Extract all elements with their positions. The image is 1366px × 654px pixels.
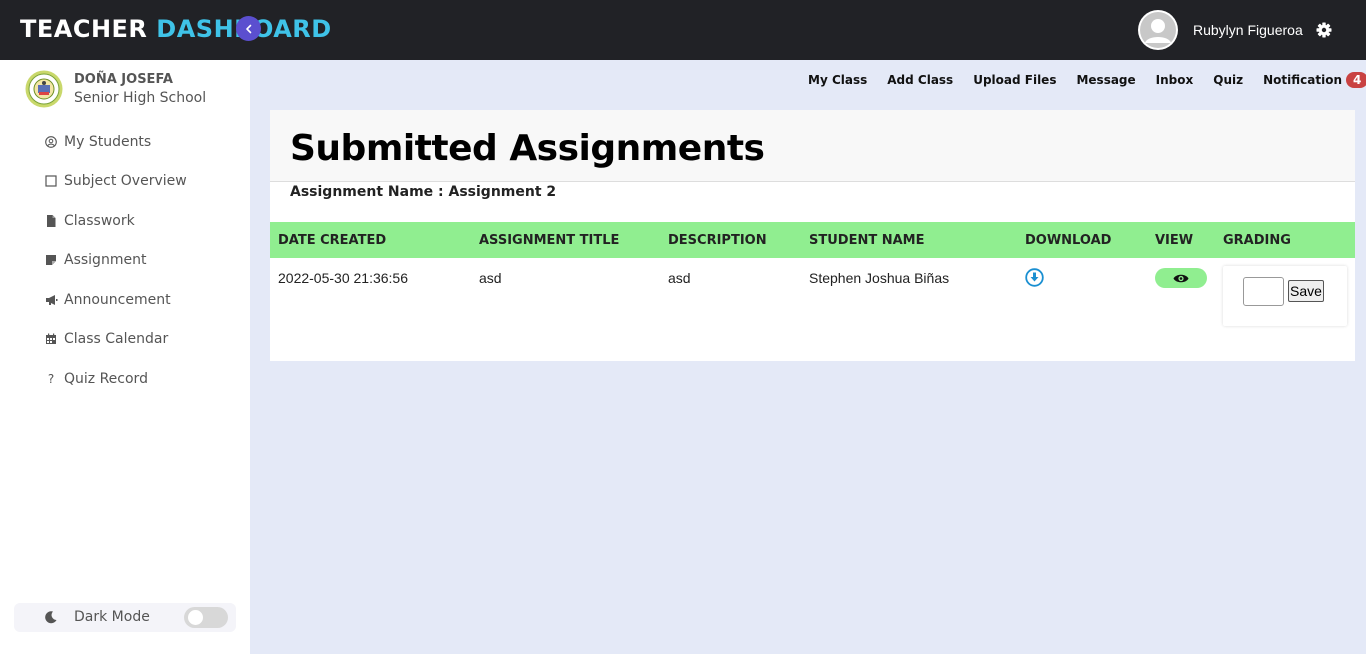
school-name-line1: DOÑA JOSEFA <box>74 72 173 87</box>
sidebar-item-label: My Students <box>64 133 152 150</box>
cell-assignment-title: asd <box>479 270 502 286</box>
view-button[interactable] <box>1155 268 1207 288</box>
table-header: DATE CREATED ASSIGNMENT TITLE DESCRIPTIO… <box>270 222 1355 258</box>
toggle-knob <box>188 610 203 625</box>
sidebar-menu: My Students Subject Overview Classwork A… <box>44 122 187 399</box>
nav-my-class[interactable]: My Class <box>808 73 867 87</box>
school-logo-icon <box>25 70 63 108</box>
sidebar-item-announcement[interactable]: Announcement <box>44 280 187 320</box>
avatar-icon <box>1140 12 1176 48</box>
dark-mode-toggle[interactable] <box>184 607 228 628</box>
save-button[interactable]: Save <box>1288 280 1324 302</box>
page-title: Submitted Assignments <box>290 128 765 169</box>
sidebar-item-label: Subject Overview <box>64 173 187 190</box>
column-header: GRADING <box>1223 233 1291 248</box>
school-name: DOÑA JOSEFA Senior High School <box>74 71 206 107</box>
cell-description: asd <box>668 270 691 286</box>
user-name[interactable]: Rubylyn Figueroa <box>1193 22 1303 38</box>
sidebar: DOÑA JOSEFA Senior High School My Studen… <box>0 60 250 654</box>
nav-inbox[interactable]: Inbox <box>1156 73 1194 87</box>
sidebar-item-label: Assignment <box>64 252 147 269</box>
column-header: STUDENT NAME <box>809 233 925 248</box>
dark-mode-label: Dark Mode <box>74 609 150 625</box>
nav-message[interactable]: Message <box>1076 73 1135 87</box>
cell-student-name: Stephen Joshua Biñas <box>809 270 950 286</box>
sidebar-collapse-button[interactable] <box>236 16 261 41</box>
column-header: DOWNLOAD <box>1025 233 1112 248</box>
top-nav: My Class Add Class Upload Files Message … <box>808 72 1366 88</box>
sidebar-item-label: Classwork <box>64 212 135 229</box>
dark-mode-row: Dark Mode <box>14 603 236 632</box>
question-icon: ? <box>47 371 55 386</box>
sidebar-item-label: Class Calendar <box>64 331 169 348</box>
user-circle-icon <box>44 135 58 149</box>
column-header: DESCRIPTION <box>668 233 767 248</box>
sidebar-item-quiz-record[interactable]: ? Quiz Record <box>44 359 187 399</box>
sidebar-item-my-students[interactable]: My Students <box>44 122 187 162</box>
brand-part1: TEACHER <box>20 15 148 43</box>
sidebar-item-class-calendar[interactable]: Class Calendar <box>44 320 187 360</box>
submitted-assignments-card: Submitted Assignments Assignment Name : … <box>270 110 1355 361</box>
top-header: TEACHER DASHBOARD Rubylyn Figueroa <box>0 0 1366 60</box>
moon-icon <box>45 611 57 624</box>
sidebar-item-subject-overview[interactable]: Subject Overview <box>44 162 187 202</box>
gear-icon[interactable] <box>1314 20 1334 40</box>
column-header: VIEW <box>1155 233 1194 248</box>
bullhorn-icon <box>44 293 58 307</box>
grade-input[interactable] <box>1243 277 1284 306</box>
sidebar-item-label: Announcement <box>64 291 171 308</box>
column-header: ASSIGNMENT TITLE <box>479 233 620 248</box>
nav-quiz[interactable]: Quiz <box>1213 73 1243 87</box>
column-header: DATE CREATED <box>278 233 387 248</box>
avatar[interactable] <box>1138 10 1178 50</box>
chevron-left-icon <box>245 24 251 33</box>
square-icon <box>44 174 58 188</box>
nav-notification[interactable]: Notification <box>1263 73 1342 87</box>
school-name-line2: Senior High School <box>74 90 207 106</box>
grading-box: Save <box>1223 266 1347 326</box>
sidebar-item-classwork[interactable]: Classwork <box>44 201 187 241</box>
nav-upload-files[interactable]: Upload Files <box>973 73 1056 87</box>
eye-icon <box>1173 274 1189 282</box>
nav-add-class[interactable]: Add Class <box>887 73 953 87</box>
cell-date-created: 2022-05-30 21:36:56 <box>278 270 408 286</box>
calendar-icon <box>44 332 58 346</box>
assignment-name: Assignment Name : Assignment 2 <box>290 184 557 200</box>
download-icon[interactable] <box>1025 268 1044 287</box>
file-icon <box>44 214 58 228</box>
notification-badge: 4 <box>1346 72 1366 88</box>
sticky-note-icon <box>44 253 58 267</box>
brand-title: TEACHER DASHBOARD <box>20 15 332 43</box>
card-header: Submitted Assignments <box>270 110 1355 182</box>
sidebar-item-assignment[interactable]: Assignment <box>44 241 187 281</box>
sidebar-item-label: Quiz Record <box>64 370 148 387</box>
